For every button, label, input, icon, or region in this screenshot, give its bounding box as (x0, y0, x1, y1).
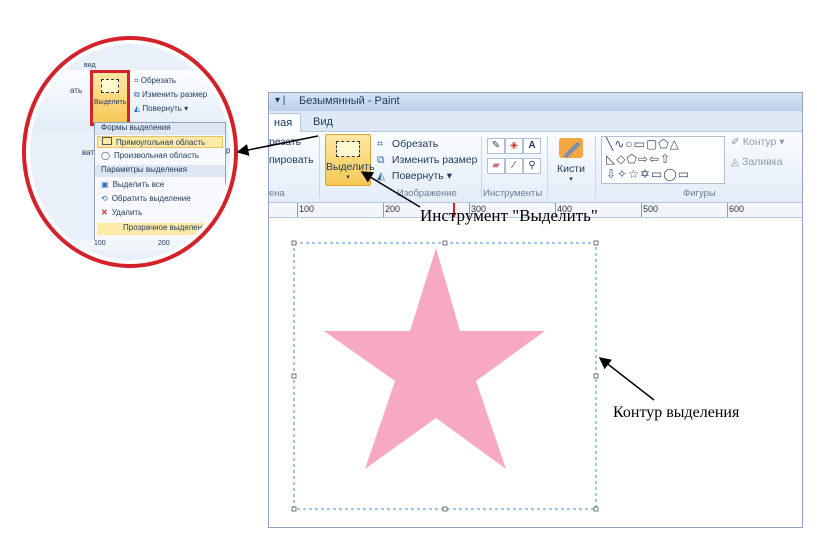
selection-annotation-label: Контур выделения (613, 404, 740, 421)
callout-arrow (236, 135, 319, 156)
selection-arrow (598, 357, 655, 401)
annotation-arrows (236, 135, 655, 401)
tool-arrow (360, 171, 421, 208)
tool-annotation-label: Инструмент "Выделить" (420, 206, 598, 225)
